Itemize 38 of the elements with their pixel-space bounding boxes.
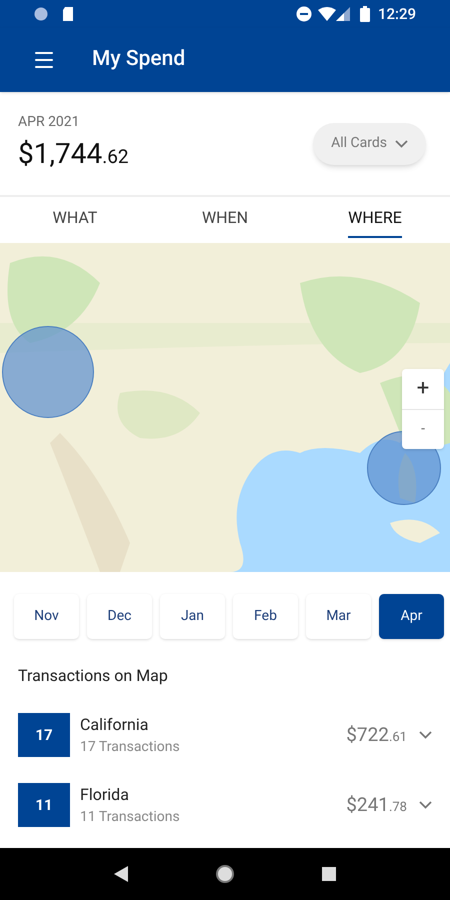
status-time: 12:29 [378, 4, 416, 25]
tab[interactable]: WHEN [150, 197, 300, 243]
zoom-in-button[interactable]: + [402, 369, 444, 410]
zoom-out-button[interactable]: - [402, 410, 444, 449]
signal-icon [336, 7, 350, 21]
month-button[interactable]: Dec [87, 594, 152, 639]
chevron-down-icon [395, 140, 408, 148]
chevron-down-icon [419, 801, 432, 809]
transaction-count: 11 Transactions [80, 808, 181, 826]
location-name: Florida [80, 784, 130, 806]
tab[interactable]: WHERE [300, 197, 450, 243]
expand-button[interactable] [419, 731, 432, 739]
month-button[interactable]: Jan [160, 594, 225, 639]
month-button[interactable]: Feb [233, 594, 298, 639]
app-title: My Spend [92, 46, 186, 74]
transaction-count: 17 Transactions [80, 738, 181, 756]
tab[interactable]: WHAT [0, 197, 150, 243]
back-icon[interactable] [114, 866, 128, 882]
period-label: APR 2021 [18, 113, 81, 132]
chevron-down-icon [419, 731, 432, 739]
do-not-disturb-icon [296, 6, 312, 22]
count-badge: 11 [18, 783, 70, 827]
location-name: California [80, 714, 150, 736]
recents-icon[interactable] [322, 867, 336, 881]
sd-card-icon [62, 7, 74, 21]
home-icon[interactable] [214, 864, 235, 884]
month-button[interactable]: Apr [379, 594, 444, 639]
total-amount: $1,744.62 [18, 136, 129, 172]
month-button[interactable]: Mar [306, 594, 371, 639]
count-badge: 17 [18, 713, 70, 757]
location-amount: $241.78 [346, 792, 407, 818]
expand-button[interactable] [419, 801, 432, 809]
location-amount: $722.61 [346, 722, 407, 748]
notification-dot-icon [34, 7, 48, 21]
month-button[interactable]: Nov [14, 594, 79, 639]
battery-icon [360, 6, 370, 22]
card-filter-dropdown[interactable]: All Cards [313, 122, 426, 164]
section-title: Transactions on Map [17, 665, 169, 687]
